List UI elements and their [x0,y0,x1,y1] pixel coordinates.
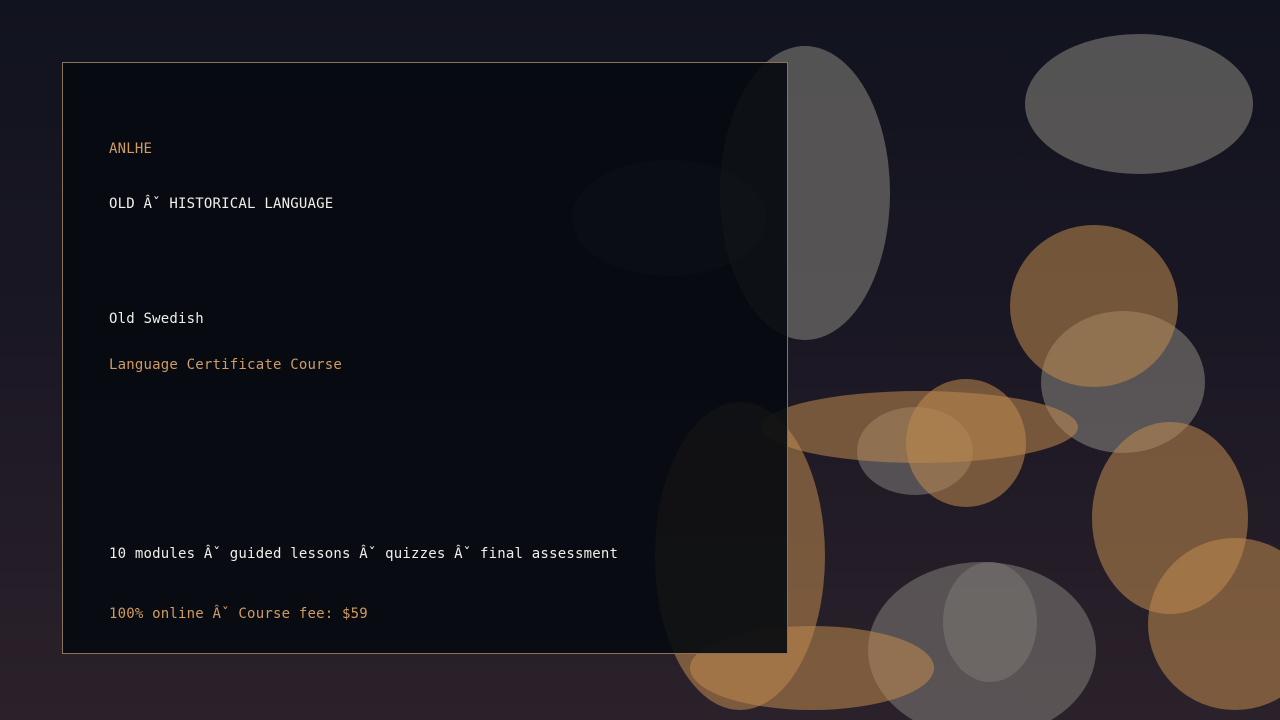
course-pricing: 100% online Âˇ Course fee: $59 [109,606,368,622]
course-title: Old Swedish [109,311,204,327]
course-category: OLD Âˇ HISTORICAL LANGUAGE [109,196,334,212]
bokeh-circle [1010,225,1178,387]
bokeh-circle [943,562,1037,682]
bokeh-circle [1025,34,1253,174]
course-subtitle: Language Certificate Course [109,357,342,373]
course-details: 10 modules Âˇ guided lessons Âˇ quizzes … [109,546,619,562]
bokeh-circle [906,379,1026,507]
course-card: ANLHE OLD Âˇ HISTORICAL LANGUAGE Old Swe… [62,62,788,654]
brand-name: ANLHE [109,141,153,157]
